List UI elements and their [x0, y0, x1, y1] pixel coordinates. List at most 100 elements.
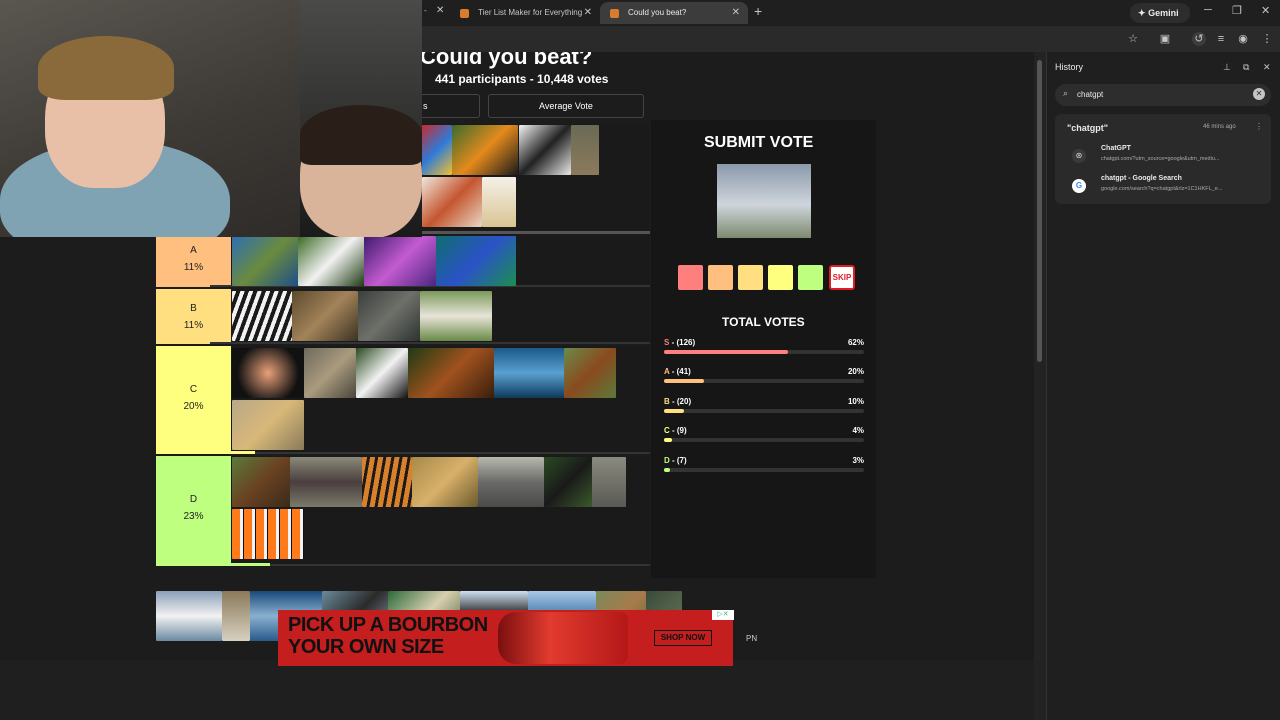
bear-image[interactable] [232, 457, 290, 507]
search-icon: ⌕ [1063, 88, 1069, 98]
bourbon-ad-banner[interactable]: PICK UP A BOURBON YOUR OWN SIZE SHOP NOW [278, 610, 733, 666]
vote-button-b[interactable] [738, 265, 763, 290]
vote-count: - (9) [669, 426, 687, 435]
cheetah-image[interactable] [232, 400, 304, 450]
tab-could-you-beat[interactable]: Could you beat? ✕ [600, 2, 748, 24]
submit-vote-title: SUBMIT VOTE [704, 134, 814, 151]
tab-fragment[interactable]: - [424, 6, 427, 15]
tier-letter: D [189, 494, 198, 505]
restore-icon[interactable]: ❐ [1232, 4, 1242, 17]
pin-icon[interactable]: ⊥ [1223, 62, 1231, 73]
menu-kebab-icon[interactable]: ⋮ [1260, 32, 1274, 46]
cast-icon[interactable]: ▣ [1158, 32, 1172, 46]
zebra-image[interactable] [232, 291, 292, 341]
gemini-button[interactable]: ✦ Gemini [1130, 3, 1190, 23]
close-icon[interactable]: ✕ [436, 5, 444, 16]
close-icon[interactable]: ✕ [584, 2, 592, 24]
tiermaker-favicon-icon [460, 9, 469, 18]
history-group-title: "chatgpt" [1067, 123, 1109, 133]
crab-image[interactable] [422, 177, 482, 227]
gorilla-image[interactable] [544, 457, 592, 507]
history-item-title: ChatGPT [1101, 145, 1131, 152]
komodo-dragon-image[interactable] [358, 291, 420, 341]
tiermaker-favicon-icon [610, 9, 619, 18]
profile-avatar-icon[interactable]: ◉ [1236, 32, 1250, 46]
wolf-image[interactable] [304, 348, 356, 398]
peacock-image[interactable] [436, 236, 516, 286]
minimize-icon[interactable]: ─ [1204, 4, 1212, 16]
bookmark-star-icon[interactable]: ☆ [1126, 32, 1140, 46]
close-window-icon[interactable]: ✕ [1261, 4, 1270, 17]
history-icon[interactable]: ↺ [1192, 32, 1206, 46]
vote-button-c[interactable] [768, 265, 793, 290]
vote-track [664, 438, 864, 442]
vote-button-s[interactable] [678, 265, 703, 290]
vote-track [664, 468, 864, 472]
vote-percent: 3% [852, 456, 864, 465]
lion-image[interactable] [412, 457, 478, 507]
history-side-panel: History ⊥ ⧉ ✕ ⌕ chatgpt ✕ "chatgpt" 46 m… [1046, 52, 1280, 720]
octopus-image[interactable] [364, 236, 436, 286]
vote-button-d[interactable] [798, 265, 823, 290]
elephant-image[interactable] [592, 457, 626, 507]
vote-percent: 10% [847, 397, 864, 406]
close-icon[interactable]: ✕ [732, 2, 740, 24]
vote-percent: 62% [847, 338, 864, 347]
panda-image[interactable] [356, 348, 408, 398]
puppy-image[interactable] [482, 177, 516, 227]
owl-image[interactable] [222, 591, 250, 641]
tab-average-label: Average Vote [539, 101, 593, 111]
group-menu-kebab-icon[interactable]: ⋮ [1255, 122, 1263, 131]
rhino-image[interactable] [478, 457, 544, 507]
vote-percent: 4% [852, 426, 864, 435]
open-in-new-icon[interactable]: ⧉ [1243, 62, 1249, 73]
scroll-thumb[interactable] [1037, 60, 1042, 362]
squid-image[interactable] [232, 348, 304, 398]
sheep-image[interactable] [420, 291, 492, 341]
page-title: Could you beat? [420, 52, 593, 69]
ad-close-icon[interactable]: ▷✕ [712, 610, 734, 620]
total-vote-label: A - (41) [664, 367, 691, 376]
history-result-group: "chatgpt" 46 mins ago ⋮ ⊛ ChatGPT chatgp… [1055, 114, 1271, 204]
vote-button-a[interactable] [708, 265, 733, 290]
ferret-image[interactable] [519, 125, 571, 175]
ad-line-2: YOUR OWN SIZE [288, 636, 444, 658]
tier-letter: C [189, 384, 198, 395]
swan-image[interactable] [156, 591, 222, 641]
clear-search-icon[interactable]: ✕ [1253, 88, 1265, 100]
horse-image[interactable] [564, 348, 616, 398]
shark-image[interactable] [494, 348, 564, 398]
history-search-input[interactable]: ⌕ chatgpt ✕ [1055, 84, 1271, 106]
total-vote-row-c: C - (9) 4% [664, 426, 864, 446]
deer-image[interactable] [292, 291, 358, 341]
skip-button[interactable]: SKIP [829, 265, 855, 290]
parrot-image[interactable] [422, 125, 452, 175]
extensions-icon[interactable]: ≡ [1214, 32, 1228, 46]
tab-tier-list-maker[interactable]: Tier List Maker for Everything ✕ [450, 2, 600, 24]
history-item-chatgpt[interactable]: ⊛ ChatGPT chatgpt.com/?utm_source=google… [1067, 143, 1267, 171]
tiger-image[interactable] [362, 457, 412, 507]
tier-progress-bar [156, 341, 211, 344]
history-item-google-search[interactable]: G chatgpt - Google Search google.com/sea… [1067, 173, 1267, 201]
gazelle-image[interactable] [571, 125, 599, 175]
tab-average-vote[interactable]: Average Vote [488, 94, 644, 118]
orangutan-image[interactable] [408, 348, 494, 398]
shop-now-button[interactable]: SHOP NOW [654, 630, 712, 646]
sea-turtle-image[interactable] [232, 236, 298, 286]
history-item-title: chatgpt - Google Search [1101, 175, 1182, 182]
history-item-url: google.com/search?q=chatgpt&rlz=1C1HKFL_… [1101, 186, 1223, 192]
hippo-image[interactable] [290, 457, 362, 507]
close-panel-icon[interactable]: ✕ [1263, 62, 1271, 73]
new-tab-plus-icon[interactable]: + [754, 3, 762, 19]
total-vote-label: C - (9) [664, 426, 687, 435]
tier-percent: 11% [183, 320, 204, 331]
oriole-image[interactable] [452, 125, 518, 175]
total-vote-row-d: D - (7) 3% [664, 456, 864, 476]
ad-line-1: PICK UP A BOURBON [288, 614, 488, 636]
page-scrollbar[interactable] [1034, 52, 1046, 720]
eagle-image[interactable] [298, 236, 364, 286]
vote-fill-bar [664, 379, 704, 383]
vote-count: - (41) [669, 367, 691, 376]
clownfish-image[interactable] [232, 509, 304, 559]
chatgpt-favicon-icon: ⊛ [1072, 149, 1086, 163]
